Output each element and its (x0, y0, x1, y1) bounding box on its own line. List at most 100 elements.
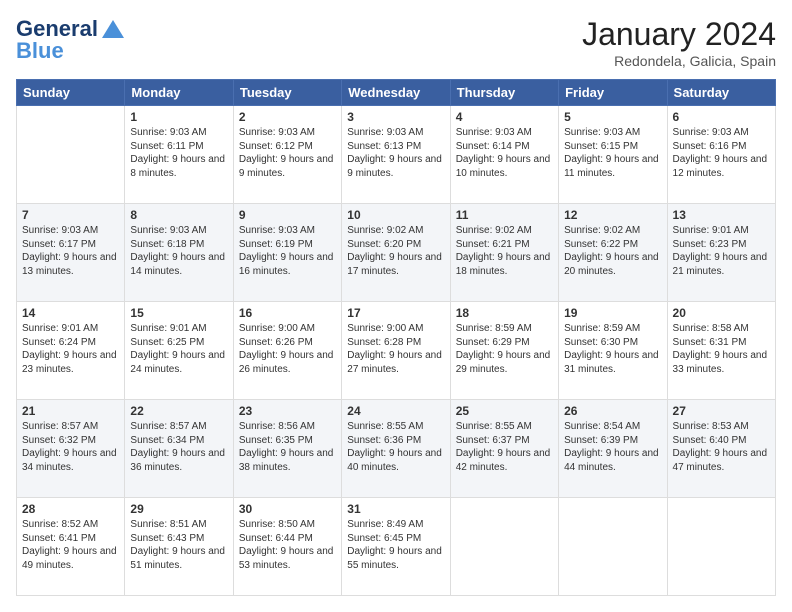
calendar-cell: 19Sunrise: 8:59 AMSunset: 6:30 PMDayligh… (559, 302, 667, 400)
cell-info: Sunrise: 9:03 AMSunset: 6:11 PMDaylight:… (130, 126, 227, 180)
day-number: 1 (130, 110, 227, 124)
cell-info: Sunrise: 9:00 AMSunset: 6:28 PMDaylight:… (347, 322, 444, 376)
day-number: 15 (130, 306, 227, 320)
calendar-cell: 22 Sunrise: 8:57 AMSunset: 6:34 PMDayligh… (125, 400, 233, 498)
cell-info: Sunrise: 9:01 AMSunset: 6:23 PMDaylight:… (673, 224, 770, 278)
day-number: 31 (347, 502, 444, 516)
cell-info: Sunrise: 9:02 AMSunset: 6:22 PMDaylight:… (564, 224, 661, 278)
page: General Blue January 2024 Redondela, Gal… (0, 0, 792, 612)
calendar-cell: 18Sunrise: 8:59 AMSunset: 6:29 PMDayligh… (450, 302, 558, 400)
col-header-sunday: Sunday (17, 80, 125, 106)
cell-info: Sunrise: 9:03 AMSunset: 6:14 PMDaylight:… (456, 126, 553, 180)
cell-info: Sunrise: 9:03 AMSunset: 6:17 PMDaylight:… (22, 224, 119, 278)
cell-info: Sunrise: 8:50 AMSunset: 6:44 PMDaylight:… (239, 518, 336, 572)
calendar-cell (17, 106, 125, 204)
calendar-cell (450, 498, 558, 596)
col-header-wednesday: Wednesday (342, 80, 450, 106)
calendar-cell: 23Sunrise: 8:56 AMSunset: 6:35 PMDayligh… (233, 400, 341, 498)
calendar-cell: 29 Sunrise: 8:51 AMSunset: 6:43 PMDayligh… (125, 498, 233, 596)
cell-info: Sunrise: 9:01 AMSunset: 6:25 PMDaylight:… (130, 322, 227, 376)
cell-info: Sunrise: 8:54 AMSunset: 6:39 PMDaylight:… (564, 420, 661, 474)
col-header-thursday: Thursday (450, 80, 558, 106)
day-number: 24 (347, 404, 444, 418)
cell-info: Sunrise: 8:53 AMSunset: 6:40 PMDaylight:… (673, 420, 770, 474)
calendar-cell: 20 Sunrise: 8:58 AMSunset: 6:31 PMDayligh… (667, 302, 775, 400)
calendar-cell (667, 498, 775, 596)
day-number: 10 (347, 208, 444, 222)
calendar-header-row: SundayMondayTuesdayWednesdayThursdayFrid… (17, 80, 776, 106)
calendar-cell: 2 Sunrise: 9:03 AMSunset: 6:12 PMDaylight… (233, 106, 341, 204)
calendar-cell: 13 Sunrise: 9:01 AMSunset: 6:23 PMDayligh… (667, 204, 775, 302)
calendar-cell: 24 Sunrise: 8:55 AMSunset: 6:36 PMDayligh… (342, 400, 450, 498)
day-number: 29 (130, 502, 227, 516)
day-number: 20 (673, 306, 770, 320)
cell-info: Sunrise: 8:57 AMSunset: 6:32 PMDaylight:… (22, 420, 119, 474)
col-header-tuesday: Tuesday (233, 80, 341, 106)
calendar-cell: 10 Sunrise: 9:02 AMSunset: 6:20 PMDayligh… (342, 204, 450, 302)
location: Redondela, Galicia, Spain (582, 53, 776, 69)
title-area: January 2024 Redondela, Galicia, Spain (582, 16, 776, 69)
calendar-cell: 25Sunrise: 8:55 AMSunset: 6:37 PMDayligh… (450, 400, 558, 498)
day-number: 3 (347, 110, 444, 124)
calendar-cell: 6Sunrise: 9:03 AMSunset: 6:16 PMDaylight… (667, 106, 775, 204)
calendar-cell (559, 498, 667, 596)
week-row-4: 21 Sunrise: 8:57 AMSunset: 6:32 PMDayligh… (17, 400, 776, 498)
week-row-1: 1 Sunrise: 9:03 AMSunset: 6:11 PMDaylight… (17, 106, 776, 204)
day-number: 26 (564, 404, 661, 418)
day-number: 23 (239, 404, 336, 418)
cell-info: Sunrise: 8:59 AMSunset: 6:29 PMDaylight:… (456, 322, 553, 376)
day-number: 11 (456, 208, 553, 222)
logo-icon (102, 20, 124, 38)
day-number: 2 (239, 110, 336, 124)
col-header-saturday: Saturday (667, 80, 775, 106)
cell-info: Sunrise: 9:03 AMSunset: 6:13 PMDaylight:… (347, 126, 444, 180)
col-header-friday: Friday (559, 80, 667, 106)
day-number: 12 (564, 208, 661, 222)
calendar-cell: 4Sunrise: 9:03 AMSunset: 6:14 PMDaylight… (450, 106, 558, 204)
calendar-cell: 3 Sunrise: 9:03 AMSunset: 6:13 PMDaylight… (342, 106, 450, 204)
calendar-cell: 27 Sunrise: 8:53 AMSunset: 6:40 PMDayligh… (667, 400, 775, 498)
cell-info: Sunrise: 8:59 AMSunset: 6:30 PMDaylight:… (564, 322, 661, 376)
week-row-2: 7Sunrise: 9:03 AMSunset: 6:17 PMDaylight… (17, 204, 776, 302)
cell-info: Sunrise: 9:02 AMSunset: 6:20 PMDaylight:… (347, 224, 444, 278)
cell-info: Sunrise: 8:51 AMSunset: 6:43 PMDaylight:… (130, 518, 227, 572)
day-number: 22 (130, 404, 227, 418)
cell-info: Sunrise: 9:01 AMSunset: 6:24 PMDaylight:… (22, 322, 119, 376)
day-number: 9 (239, 208, 336, 222)
month-year: January 2024 (582, 16, 776, 53)
cell-info: Sunrise: 9:00 AMSunset: 6:26 PMDaylight:… (239, 322, 336, 376)
calendar-cell: 30 Sunrise: 8:50 AMSunset: 6:44 PMDayligh… (233, 498, 341, 596)
day-number: 16 (239, 306, 336, 320)
calendar-cell: 12 Sunrise: 9:02 AMSunset: 6:22 PMDayligh… (559, 204, 667, 302)
logo-blue: Blue (16, 38, 64, 64)
calendar-cell: 28Sunrise: 8:52 AMSunset: 6:41 PMDayligh… (17, 498, 125, 596)
calendar-cell: 14 Sunrise: 9:01 AMSunset: 6:24 PMDayligh… (17, 302, 125, 400)
day-number: 27 (673, 404, 770, 418)
day-number: 17 (347, 306, 444, 320)
calendar-cell: 5 Sunrise: 9:03 AMSunset: 6:15 PMDaylight… (559, 106, 667, 204)
cell-info: Sunrise: 9:03 AMSunset: 6:15 PMDaylight:… (564, 126, 661, 180)
calendar-cell: 17 Sunrise: 9:00 AMSunset: 6:28 PMDayligh… (342, 302, 450, 400)
cell-info: Sunrise: 8:55 AMSunset: 6:37 PMDaylight:… (456, 420, 553, 474)
calendar-cell: 31Sunrise: 8:49 AMSunset: 6:45 PMDayligh… (342, 498, 450, 596)
cell-info: Sunrise: 9:03 AMSunset: 6:19 PMDaylight:… (239, 224, 336, 278)
week-row-5: 28Sunrise: 8:52 AMSunset: 6:41 PMDayligh… (17, 498, 776, 596)
calendar-cell: 21 Sunrise: 8:57 AMSunset: 6:32 PMDayligh… (17, 400, 125, 498)
cell-info: Sunrise: 8:57 AMSunset: 6:34 PMDaylight:… (130, 420, 227, 474)
cell-info: Sunrise: 8:52 AMSunset: 6:41 PMDaylight:… (22, 518, 119, 572)
day-number: 14 (22, 306, 119, 320)
day-number: 21 (22, 404, 119, 418)
day-number: 30 (239, 502, 336, 516)
day-number: 13 (673, 208, 770, 222)
cell-info: Sunrise: 8:55 AMSunset: 6:36 PMDaylight:… (347, 420, 444, 474)
cell-info: Sunrise: 8:58 AMSunset: 6:31 PMDaylight:… (673, 322, 770, 376)
cell-info: Sunrise: 9:02 AMSunset: 6:21 PMDaylight:… (456, 224, 553, 278)
calendar-cell: 11 Sunrise: 9:02 AMSunset: 6:21 PMDayligh… (450, 204, 558, 302)
calendar-cell: 7Sunrise: 9:03 AMSunset: 6:17 PMDaylight… (17, 204, 125, 302)
header: General Blue January 2024 Redondela, Gal… (16, 16, 776, 69)
logo: General Blue (16, 16, 124, 64)
day-number: 5 (564, 110, 661, 124)
day-number: 6 (673, 110, 770, 124)
calendar-cell: 9 Sunrise: 9:03 AMSunset: 6:19 PMDaylight… (233, 204, 341, 302)
cell-info: Sunrise: 9:03 AMSunset: 6:12 PMDaylight:… (239, 126, 336, 180)
